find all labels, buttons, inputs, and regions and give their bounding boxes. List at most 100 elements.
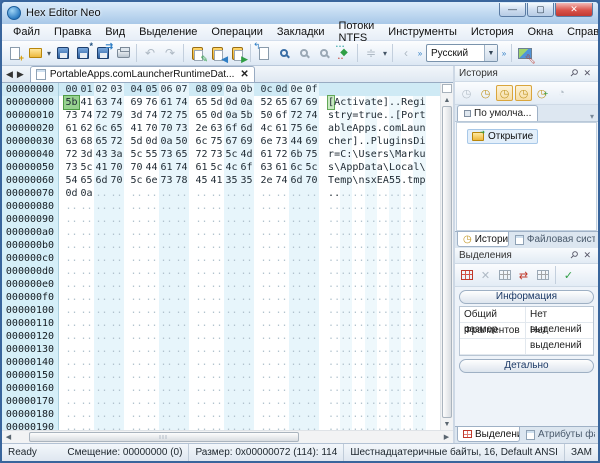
hex-byte[interactable]: 63 [209,122,224,135]
goto-document-icon[interactable]: ↰ [253,42,273,62]
hex-byte[interactable]: .. [209,278,224,291]
hex-byte[interactable]: .. [209,291,224,304]
hex-byte[interactable]: .. [239,408,254,421]
hex-byte[interactable]: .. [239,265,254,278]
hex-byte[interactable]: 0d [144,135,159,148]
hex-byte[interactable]: .. [209,369,224,382]
hex-byte[interactable]: .. [259,343,274,356]
hex-byte[interactable]: .. [109,356,124,369]
hex-byte[interactable]: 74 [109,96,124,109]
measure-icon[interactable]: ‹ [397,44,415,62]
hex-byte[interactable]: .. [79,200,94,213]
history-stats-icon[interactable]: ◔ [553,85,570,101]
open-file-icon[interactable] [26,44,44,62]
hex-byte[interactable]: .. [64,330,79,343]
hex-byte[interactable]: .. [94,291,109,304]
hex-byte[interactable]: .. [259,265,274,278]
hex-byte[interactable]: .. [224,343,239,356]
overflow-chevron2-icon[interactable]: » [500,49,508,58]
hex-byte[interactable]: .. [224,226,239,239]
hex-byte[interactable]: .. [289,239,304,252]
hex-byte[interactable]: 61 [259,148,274,161]
hex-byte[interactable]: 4c [259,122,274,135]
hex-byte[interactable]: 70 [109,174,124,187]
hex-byte[interactable]: .. [224,382,239,395]
hex-byte[interactable]: .. [289,408,304,421]
hex-byte[interactable]: 62 [79,122,94,135]
hex-byte[interactable]: 67 [289,96,304,109]
hex-byte[interactable]: .. [64,395,79,408]
selection-clear-icon[interactable]: ✕ [477,267,494,283]
find-next-icon[interactable] [295,44,313,62]
hex-byte[interactable]: .. [109,408,124,421]
hex-byte[interactable]: .. [109,278,124,291]
tab-history[interactable]: ◷История [457,232,509,247]
hex-byte[interactable]: .. [159,265,174,278]
hex-byte[interactable]: .. [239,356,254,369]
hex-byte[interactable]: 6f [274,109,289,122]
hex-byte[interactable]: .. [194,278,209,291]
hex-byte[interactable]: .. [159,369,174,382]
scroll-right-icon[interactable]: ▶ [440,431,453,443]
hex-byte[interactable]: .. [224,330,239,343]
hex-byte[interactable]: .. [194,330,209,343]
hex-byte[interactable]: .. [209,213,224,226]
hex-byte[interactable]: .. [129,356,144,369]
hex-byte[interactable]: .. [94,369,109,382]
hex-byte[interactable]: 0a [159,135,174,148]
hex-byte[interactable]: .. [304,252,319,265]
hex-byte[interactable]: .. [194,356,209,369]
hex-byte[interactable]: .. [304,278,319,291]
hex-byte[interactable]: .. [274,330,289,343]
hex-byte[interactable]: 41 [79,96,94,109]
hex-byte[interactable]: 67 [224,135,239,148]
hex-byte[interactable]: .. [129,226,144,239]
hex-byte[interactable]: .. [144,395,159,408]
hex-byte[interactable]: 5c [224,148,239,161]
hex-byte[interactable]: .. [129,395,144,408]
hex-byte[interactable]: 2e [259,174,274,187]
hex-byte[interactable]: .. [144,356,159,369]
selection-apply-icon[interactable]: ✓ [560,267,577,283]
hex-byte[interactable]: 79 [109,109,124,122]
hex-byte[interactable]: 70 [304,174,319,187]
hex-byte[interactable]: 5c [129,174,144,187]
hex-byte[interactable]: 74 [304,109,319,122]
hex-byte[interactable]: .. [304,265,319,278]
hex-byte[interactable]: 6e [144,174,159,187]
hex-byte[interactable]: .. [144,200,159,213]
hex-byte[interactable]: .. [64,200,79,213]
hex-byte[interactable]: 5c [129,148,144,161]
hex-byte[interactable]: .. [259,408,274,421]
selection-load-icon[interactable] [534,267,551,283]
ascii-char[interactable]: i [419,135,426,148]
hex-byte[interactable]: 0a [224,109,239,122]
hex-byte[interactable]: 69 [304,96,319,109]
hex-byte[interactable]: 6e [259,135,274,148]
goto-offset-icon[interactable]: ◆ [335,44,353,62]
hex-byte[interactable]: .. [259,213,274,226]
hex-byte[interactable]: .. [159,330,174,343]
hex-byte[interactable]: .. [224,291,239,304]
hex-byte[interactable]: 3a [109,148,124,161]
menu-item-10[interactable]: Справка [560,25,598,39]
hex-byte[interactable]: 5d [209,96,224,109]
hex-byte[interactable]: .. [79,291,94,304]
hex-byte[interactable]: .. [274,278,289,291]
hex-byte[interactable]: .. [304,226,319,239]
picture-settings-icon[interactable]: 🔧︎ [516,44,536,64]
hex-byte[interactable]: .. [144,343,159,356]
hex-byte[interactable]: .. [259,395,274,408]
hex-byte[interactable]: .. [94,226,109,239]
hex-byte[interactable]: .. [79,213,94,226]
hex-byte[interactable]: 61 [159,96,174,109]
ascii-char[interactable]: . [419,408,426,421]
hex-byte[interactable]: .. [209,317,224,330]
hex-byte[interactable]: .. [79,226,94,239]
hex-byte[interactable]: .. [274,239,289,252]
hex-byte[interactable]: .. [274,395,289,408]
hex-byte[interactable]: .. [194,408,209,421]
history-list-view-icon[interactable]: ◷ [515,85,532,101]
hex-byte[interactable]: 6c [194,135,209,148]
hex-byte[interactable]: .. [144,278,159,291]
